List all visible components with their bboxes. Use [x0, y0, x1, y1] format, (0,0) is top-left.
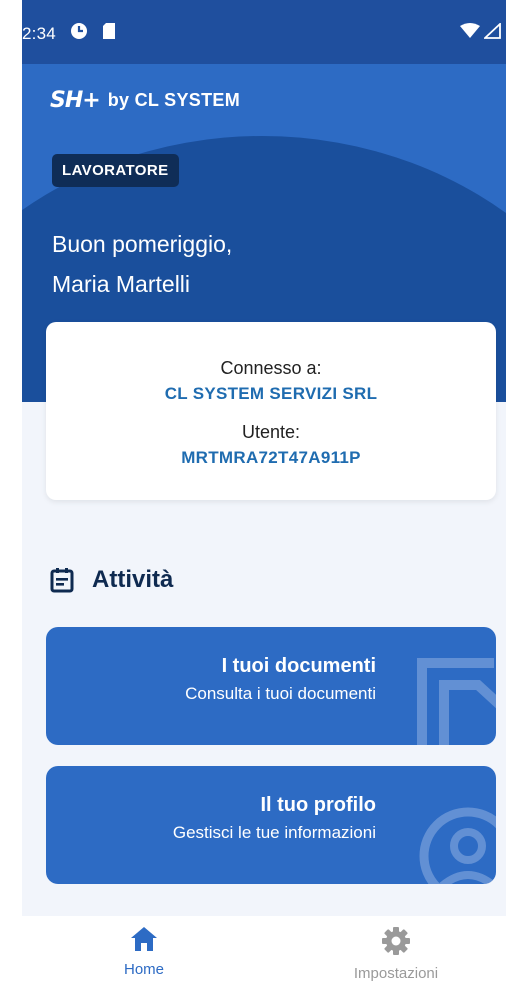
documents-card[interactable]: I tuoi documenti Consulta i tuoi documen…: [46, 627, 496, 745]
nav-home-label: Home: [123, 961, 164, 978]
documents-card-subtitle: Consulta i tuoi documenti: [185, 684, 376, 703]
greeting: Buon pomeriggio, Maria Martelli: [52, 224, 232, 304]
activities-title: Attività: [92, 566, 174, 593]
greeting-line-1: Buon pomeriggio,: [52, 231, 233, 257]
home-icon: [131, 927, 157, 951]
documents-card-title: I tuoi documenti: [221, 655, 376, 677]
user-fiscal-code: MRTMRA72T47A911P: [181, 448, 361, 467]
activities-section-title: Attività: [50, 566, 173, 594]
connected-label: Connesso a:: [220, 358, 322, 378]
app-screen: 2:34 SH+ by CL SYSTEM LAVORATORE Buon po…: [22, 0, 506, 992]
app-logo: SH+ by CL SYSTEM: [50, 88, 240, 113]
documents-icon: [417, 658, 496, 745]
calendar-icon: [50, 568, 74, 593]
status-bar: 2:34: [22, 0, 506, 64]
status-left-icons: [70, 22, 116, 40]
cellular-signal-icon: [484, 23, 501, 39]
user-label: Utente:: [241, 422, 301, 442]
bottom-navigation: Home Impostazioni: [22, 916, 506, 992]
sd-card-icon: [103, 23, 115, 39]
nav-item-settings[interactable]: Impostazioni: [316, 926, 476, 982]
nav-settings-label: Impostazioni: [353, 965, 439, 982]
profile-card-subtitle: Gestisci le tue informazioni: [172, 823, 376, 842]
gear-icon: [382, 927, 410, 955]
documents-card-text: I tuoi documenti Consulta i tuoi documen…: [185, 655, 376, 704]
profile-card[interactable]: Il tuo profilo Gestisci le tue informazi…: [46, 766, 496, 884]
wifi-icon: [460, 23, 480, 38]
greeting-user-name: Maria Martelli: [52, 271, 191, 297]
status-time: 2:34: [22, 24, 56, 43]
connected-company: CL SYSTEM SERVIZI SRL: [164, 384, 378, 403]
connection-info-card: Connesso a: CL SYSTEM SERVIZI SRL Utente…: [46, 322, 496, 500]
profile-card-text: Il tuo profilo Gestisci le tue informazi…: [173, 794, 376, 843]
logo-text: by CL SYSTEM: [107, 90, 240, 110]
profile-card-title: Il tuo profilo: [260, 794, 376, 816]
profile-icon: [419, 807, 496, 884]
nav-item-home[interactable]: Home: [64, 926, 224, 978]
role-badge: LAVORATORE: [52, 154, 179, 187]
logo-mark: SH+: [50, 88, 101, 113]
notification-app-icon: [71, 23, 87, 39]
status-right-icons: [460, 22, 506, 40]
